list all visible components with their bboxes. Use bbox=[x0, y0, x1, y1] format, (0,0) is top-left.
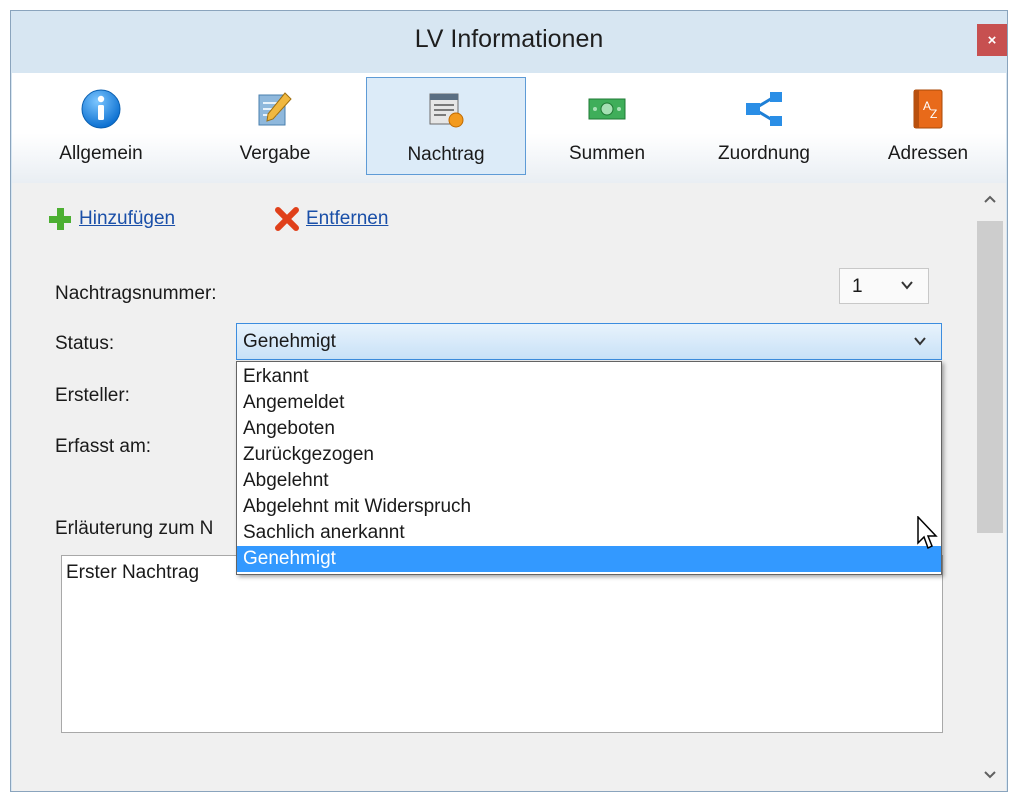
close-button[interactable]: × bbox=[977, 24, 1007, 56]
scroll-up-button[interactable] bbox=[974, 185, 1006, 213]
mouse-cursor-icon bbox=[917, 515, 939, 556]
chevron-down-icon bbox=[984, 771, 996, 779]
content-panel: Hinzufügen Entfernen Nachtragsnummer: 1 … bbox=[12, 183, 974, 791]
info-icon bbox=[78, 89, 124, 129]
status-option[interactable]: Abgelehnt bbox=[237, 468, 941, 494]
vertical-scrollbar[interactable] bbox=[974, 183, 1006, 791]
ersteller-label: Ersteller: bbox=[55, 385, 130, 406]
nachtragsnummer-value: 1 bbox=[852, 276, 863, 297]
tab-adressen[interactable]: A Z Adressen bbox=[870, 77, 986, 175]
add-link[interactable]: Hinzufügen bbox=[47, 206, 175, 232]
scrollbar-thumb[interactable] bbox=[977, 221, 1003, 533]
tab-label: Adressen bbox=[887, 143, 969, 164]
chevron-down-icon bbox=[900, 275, 914, 298]
notes-text: Erster Nachtrag bbox=[66, 562, 200, 583]
status-value: Genehmigt bbox=[243, 331, 336, 352]
tab-nachtrag[interactable]: Nachtrag bbox=[366, 77, 526, 175]
remove-link[interactable]: Entfernen bbox=[274, 206, 388, 232]
tab-label: Vergabe bbox=[239, 143, 311, 164]
erfasst-label: Erfasst am: bbox=[55, 436, 152, 457]
tab-label: Summen bbox=[568, 143, 646, 164]
money-icon bbox=[584, 89, 630, 129]
tab-vergabe[interactable]: Vergabe bbox=[216, 77, 334, 175]
share-tree-icon bbox=[741, 89, 787, 129]
tab-toolbar: Allgemein Vergabe Nachtrag Summen Zuordn… bbox=[12, 73, 1006, 183]
title-bar[interactable]: LV Informationen × bbox=[11, 11, 1007, 73]
scroll-down-button[interactable] bbox=[974, 761, 1006, 789]
remove-link-label: Entfernen bbox=[306, 208, 389, 229]
x-icon bbox=[275, 207, 299, 231]
plus-icon bbox=[49, 208, 71, 230]
tab-label: Allgemein bbox=[59, 143, 143, 164]
chevron-down-icon bbox=[913, 331, 927, 354]
nachtragsnummer-select[interactable]: 1 bbox=[839, 268, 929, 304]
tab-zuordnung[interactable]: Zuordnung bbox=[699, 77, 829, 175]
notepad-pencil-icon bbox=[252, 89, 298, 129]
status-option[interactable]: Sachlich anerkannt bbox=[237, 520, 941, 546]
chevron-up-icon bbox=[984, 195, 996, 203]
close-icon: × bbox=[987, 31, 997, 49]
document-badge-icon bbox=[423, 90, 469, 130]
tab-label: Zuordnung bbox=[718, 143, 810, 164]
tab-summen[interactable]: Summen bbox=[552, 77, 662, 175]
dialog-window: LV Informationen × Allgemein Vergabe Nac… bbox=[10, 10, 1008, 792]
svg-text:Z: Z bbox=[930, 107, 937, 121]
status-option[interactable]: Erkannt bbox=[237, 364, 941, 390]
add-link-label: Hinzufügen bbox=[79, 208, 176, 229]
erlaeuterung-label: Erläuterung zum N bbox=[55, 518, 214, 539]
notes-textarea[interactable]: Erster Nachtrag bbox=[61, 555, 943, 733]
nachtragsnummer-label: Nachtragsnummer: bbox=[55, 283, 217, 304]
status-option-selected[interactable]: Genehmigt bbox=[237, 546, 941, 572]
window-title: LV Informationen bbox=[414, 25, 604, 53]
status-select[interactable]: Genehmigt bbox=[236, 323, 942, 360]
status-label: Status: bbox=[55, 333, 115, 354]
address-book-icon: A Z bbox=[905, 89, 951, 129]
status-option[interactable]: Abgelehnt mit Widerspruch bbox=[237, 494, 941, 520]
status-dropdown-list[interactable]: Erkannt Angemeldet Angeboten Zurückgezog… bbox=[236, 361, 942, 575]
tab-label: Nachtrag bbox=[407, 144, 485, 165]
status-option[interactable]: Angemeldet bbox=[237, 390, 941, 416]
tab-allgemein[interactable]: Allgemein bbox=[33, 77, 169, 175]
status-option[interactable]: Zurückgezogen bbox=[237, 442, 941, 468]
status-option[interactable]: Angeboten bbox=[237, 416, 941, 442]
